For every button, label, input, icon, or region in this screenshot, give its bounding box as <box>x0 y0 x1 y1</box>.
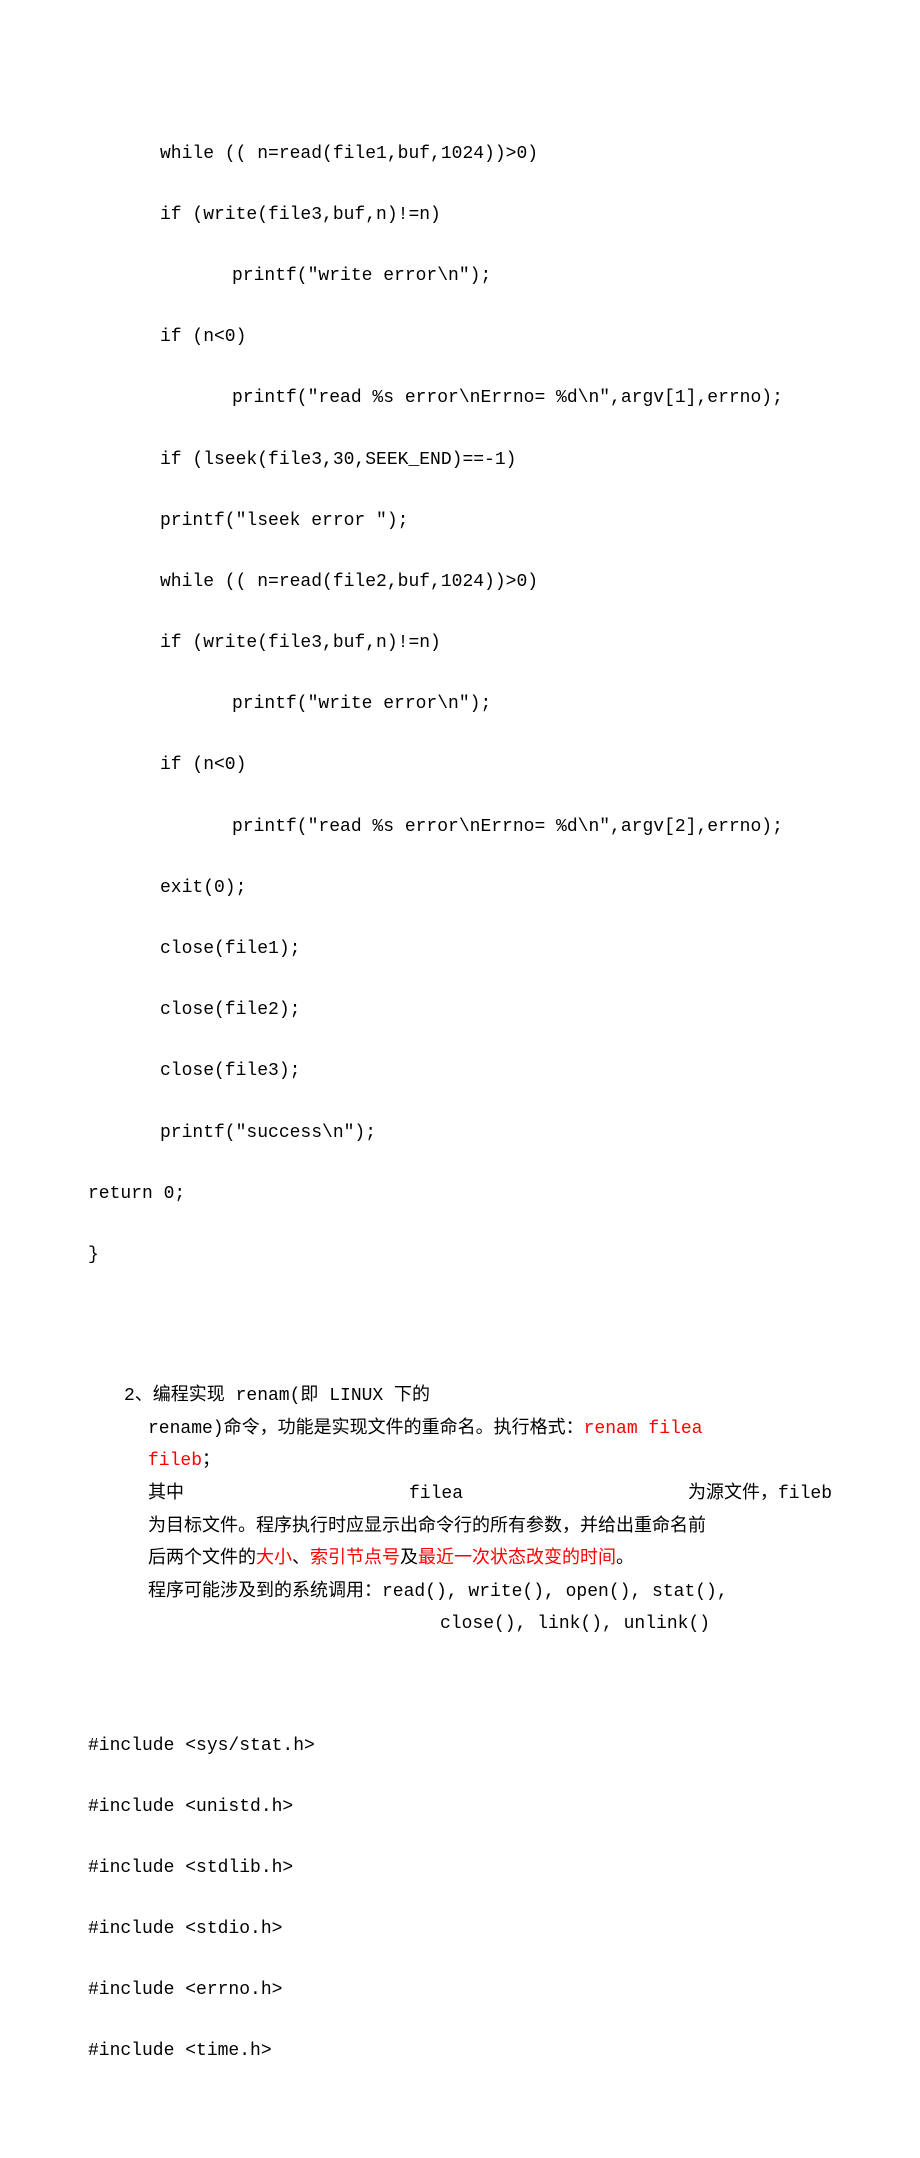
code-line: #include <unistd.h> <box>88 1792 832 1823</box>
command-text: renam filea <box>584 1419 703 1439</box>
code-line: #include <errno.h> <box>88 1975 832 2006</box>
text: ； <box>202 1451 220 1471</box>
question-heading: 2、编程实现 renam(即 LINUX 下的 <box>88 1381 832 1412</box>
code-line: printf("read %s error\nErrno= %d\n",argv… <box>88 383 832 414</box>
code-line: #include <stdlib.h> <box>88 1853 832 1884</box>
question-2: 2、编程实现 renam(即 LINUX 下的 rename)命令，功能是实现文… <box>88 1381 832 1640</box>
code-line: if (n<0) <box>88 322 832 353</box>
question-text: 其中 filea 为源文件，fileb <box>148 1479 832 1510</box>
text: 后两个文件的 <box>148 1549 256 1569</box>
highlight-text: 大小 <box>256 1549 292 1569</box>
code-line: printf("lseek error "); <box>88 506 832 537</box>
code-line: #include <time.h> <box>88 2036 832 2067</box>
code-line: printf("write error\n"); <box>88 261 832 292</box>
code-line: if (write(file3,buf,n)!=n) <box>88 628 832 659</box>
text: rename)命令，功能是实现文件的重命名。执行格式： <box>148 1419 584 1439</box>
code-line: while (( n=read(file1,buf,1024))>0) <box>88 139 832 170</box>
text: 其中 <box>148 1479 184 1510</box>
code-line: close(file3); <box>88 1056 832 1087</box>
text: 、 <box>292 1549 310 1569</box>
code-line: close(file1); <box>88 934 832 965</box>
code-line: while (( n=read(file2,buf,1024))>0) <box>88 567 832 598</box>
code-line: if (lseek(file3,30,SEEK_END)==-1) <box>88 445 832 476</box>
code-line: printf("read %s error\nErrno= %d\n",argv… <box>88 812 832 843</box>
code-line: printf("write error\n"); <box>88 689 832 720</box>
code-block-1: while (( n=read(file1,buf,1024))>0) if (… <box>88 108 832 1301</box>
code-line: } <box>88 1240 832 1271</box>
code-line: exit(0); <box>88 873 832 904</box>
code-line: if (n<0) <box>88 750 832 781</box>
code-line: if (write(file3,buf,n)!=n) <box>88 200 832 231</box>
text: 为源文件，fileb <box>688 1479 832 1510</box>
question-text: 为目标文件。程序执行时应显示出命令行的所有参数，并给出重命名前 <box>148 1512 832 1543</box>
text: 。 <box>616 1549 634 1569</box>
question-text: rename)命令，功能是实现文件的重命名。执行格式：renam filea <box>148 1414 832 1445</box>
question-text: 程序可能涉及到的系统调用：read(), write(), open(), st… <box>148 1577 832 1608</box>
text: filea <box>409 1479 463 1510</box>
question-text: close(), link(), unlink() <box>148 1609 832 1640</box>
question-text: fileb； <box>148 1446 832 1477</box>
code-line: printf("success\n"); <box>88 1118 832 1149</box>
code-line: return 0; <box>88 1179 832 1210</box>
highlight-text: 最近一次状态改变的时间 <box>418 1549 616 1569</box>
command-text: fileb <box>148 1451 202 1471</box>
question-text: 后两个文件的大小、索引节点号及最近一次状态改变的时间。 <box>148 1544 832 1575</box>
text: 及 <box>400 1549 418 1569</box>
highlight-text: 索引节点号 <box>310 1549 400 1569</box>
code-line: #include <sys/stat.h> <box>88 1731 832 1762</box>
code-block-2: #include <sys/stat.h> #include <unistd.h… <box>88 1700 832 2098</box>
code-line: close(file2); <box>88 995 832 1026</box>
code-line: #include <stdio.h> <box>88 1914 832 1945</box>
